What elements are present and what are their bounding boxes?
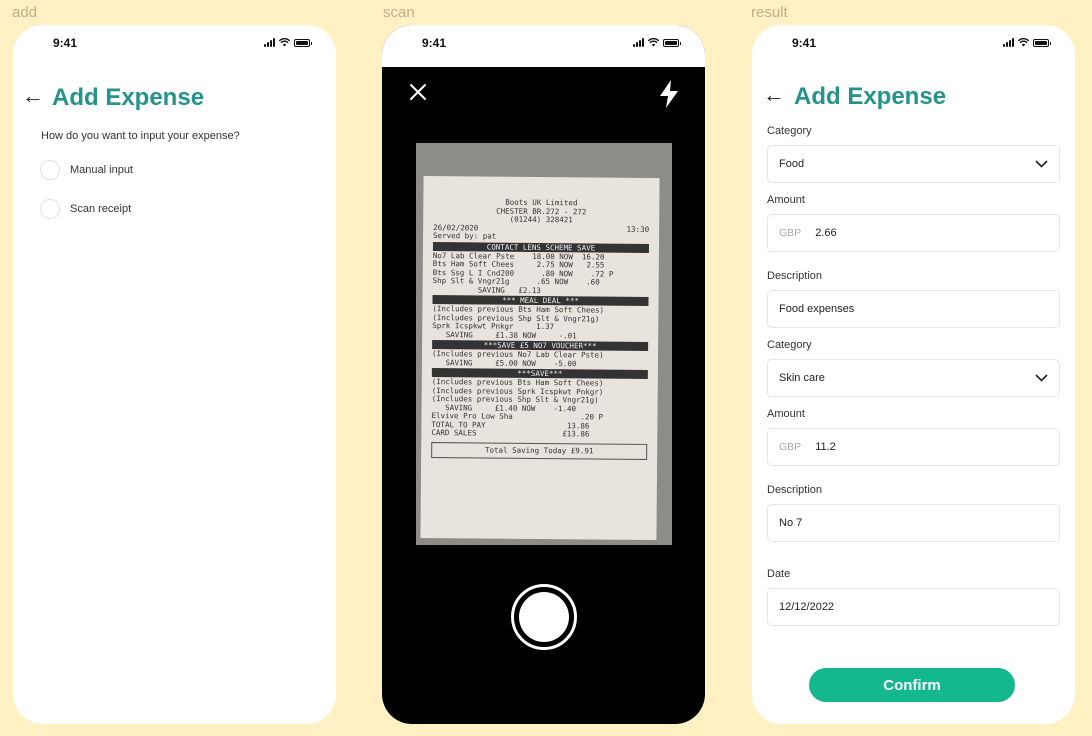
- wifi-icon: [648, 38, 659, 47]
- option-label: Scan receipt: [70, 203, 132, 215]
- category-label: Category: [767, 125, 812, 137]
- chevron-down-icon: [1035, 374, 1048, 382]
- scan-phone-screen: 9:41 Boots UK Limited CHESTER BR.272 - 27…: [382, 25, 705, 724]
- chevron-down-icon: [1035, 160, 1048, 168]
- page-title: Add Expense: [52, 84, 205, 111]
- battery-icon: [294, 38, 312, 47]
- flash-icon[interactable]: [659, 80, 679, 108]
- amount-field[interactable]: GBP 11.2: [767, 428, 1060, 466]
- battery-icon: [663, 38, 681, 47]
- amount-value: 11.2: [815, 441, 836, 453]
- status-time: 9:41: [422, 36, 447, 50]
- category-value: Skin care: [779, 372, 825, 384]
- description-label: Description: [767, 270, 823, 282]
- radio-button[interactable]: [40, 199, 60, 219]
- back-arrow-icon[interactable]: ←: [22, 85, 44, 107]
- date-field[interactable]: 12/12/2022: [767, 588, 1060, 626]
- status-bar: 9:41: [382, 25, 705, 67]
- radio-button[interactable]: [40, 160, 60, 180]
- back-arrow-icon[interactable]: ←: [763, 84, 785, 106]
- description-value: Food expenses: [779, 303, 855, 315]
- option-manual-input[interactable]: Manual input: [40, 160, 133, 180]
- currency-prefix: GBP: [779, 227, 802, 239]
- status-time: 9:41: [53, 36, 78, 50]
- receipt-paper: Boots UK Limited CHESTER BR.272 - 272 (012…: [420, 175, 660, 541]
- date-value: 12/12/2022: [779, 601, 835, 613]
- input-method-question: How do you want to input your expense?: [41, 130, 240, 142]
- battery-icon: [1033, 38, 1051, 47]
- section-label-add: add: [12, 4, 38, 21]
- amount-field[interactable]: GBP 2.66: [767, 214, 1060, 252]
- category-label: Category: [767, 339, 812, 351]
- amount-value: 2.66: [815, 227, 837, 239]
- option-label: Manual input: [70, 164, 133, 176]
- close-icon[interactable]: [409, 83, 427, 101]
- category-select[interactable]: Food: [767, 145, 1060, 183]
- wifi-icon: [279, 38, 290, 47]
- section-label-scan: scan: [383, 4, 415, 21]
- signal-icon: [264, 38, 275, 47]
- add-phone-screen: 9:41 ← Add Expense How do you want to in…: [13, 25, 336, 724]
- category-select[interactable]: Skin care: [767, 359, 1060, 397]
- page-title: Add Expense: [794, 83, 947, 110]
- description-field[interactable]: Food expenses: [767, 290, 1060, 328]
- description-field[interactable]: No 7: [767, 504, 1060, 542]
- receipt-total-saving: Total Saving Today £9.91: [431, 441, 648, 460]
- amount-label: Amount: [767, 408, 805, 420]
- status-bar: 9:41: [752, 25, 1075, 67]
- status-bar: 9:41: [13, 25, 336, 67]
- date-label: Date: [767, 568, 791, 580]
- shutter-button[interactable]: [511, 584, 577, 650]
- status-time: 9:41: [792, 36, 817, 50]
- receipt-item-line: CARD SALES £13.86: [431, 428, 590, 439]
- currency-prefix: GBP: [779, 441, 802, 453]
- description-value: No 7: [779, 517, 803, 529]
- option-scan-receipt[interactable]: Scan receipt: [40, 199, 131, 219]
- description-label: Description: [767, 484, 823, 496]
- signal-icon: [633, 38, 644, 47]
- confirm-button[interactable]: Confirm: [809, 668, 1015, 702]
- section-label-result: result: [751, 4, 788, 21]
- receipt-photo: Boots UK Limited CHESTER BR.272 - 272 (012…: [416, 143, 672, 545]
- category-value: Food: [779, 158, 805, 170]
- amount-label: Amount: [767, 194, 805, 206]
- wifi-icon: [1018, 38, 1029, 47]
- result-phone-screen: 9:41 ← Add Expense Category Food Amount …: [752, 25, 1075, 724]
- signal-icon: [1003, 38, 1014, 47]
